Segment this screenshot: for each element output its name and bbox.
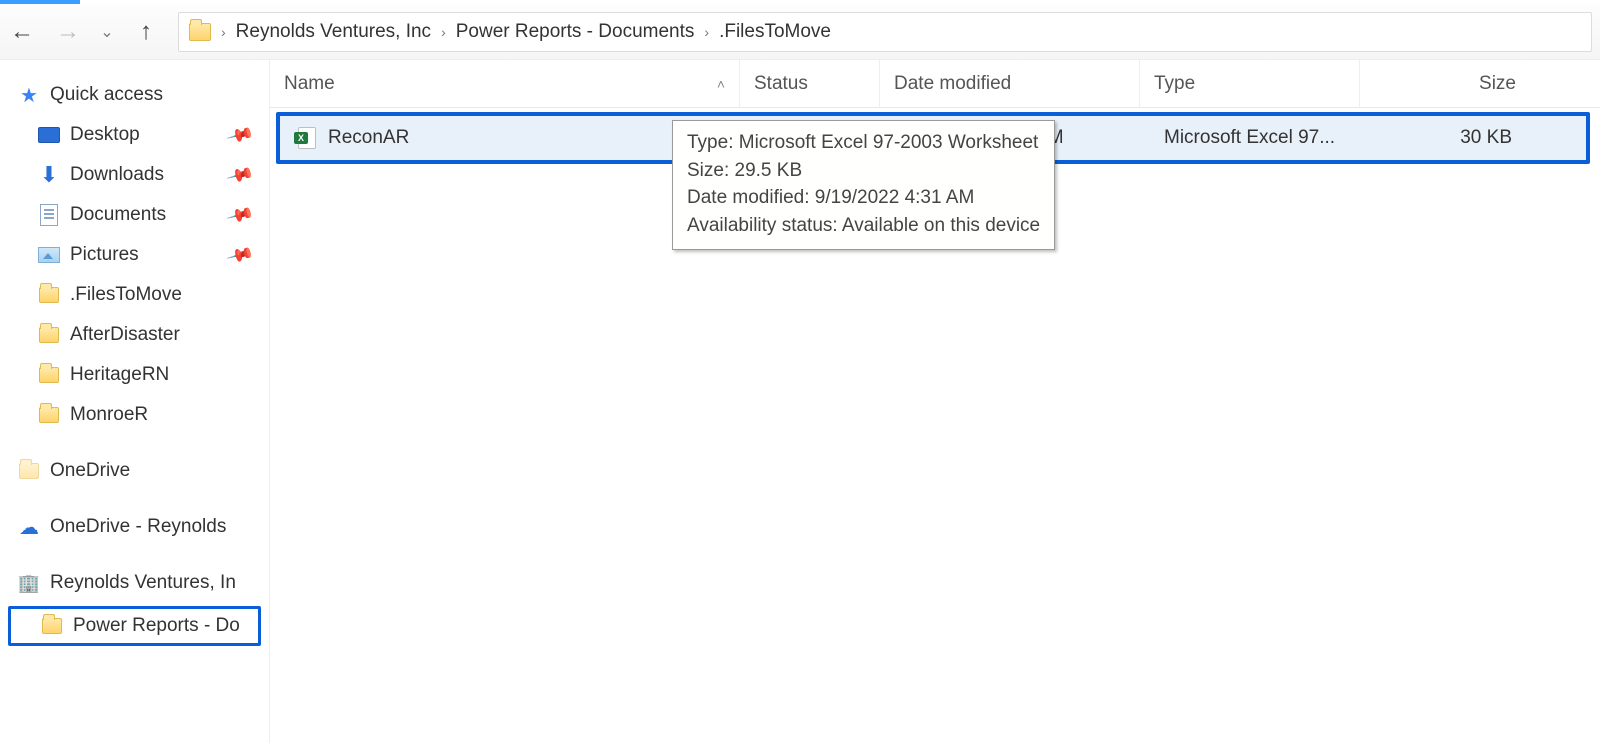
breadcrumb-segment-2[interactable]: .FilesToMove bbox=[719, 21, 831, 43]
breadcrumb-segment-0[interactable]: Reynolds Ventures, Inc bbox=[236, 21, 431, 43]
sidebar-item-afterdisaster[interactable]: AfterDisaster bbox=[8, 318, 261, 352]
address-bar: ← → ⌄ ↑ › Reynolds Ventures, Inc › Power… bbox=[0, 4, 1600, 60]
breadcrumb-segment-1[interactable]: Power Reports - Documents bbox=[456, 21, 695, 43]
column-headers: Name ˄ Status Date modified Type Size bbox=[270, 60, 1600, 108]
chevron-down-icon: ⌄ bbox=[100, 22, 113, 42]
star-icon: ★ bbox=[18, 84, 40, 106]
pin-icon: 📌 bbox=[225, 200, 255, 229]
sidebar-quick-access[interactable]: ★ Quick access bbox=[8, 78, 261, 112]
column-header-type[interactable]: Type bbox=[1140, 60, 1360, 107]
sidebar-item-label: MonroeR bbox=[70, 404, 148, 426]
sidebar-item-pictures[interactable]: Pictures 📌 bbox=[8, 238, 261, 272]
sidebar-item-heritagern[interactable]: HeritageRN bbox=[8, 358, 261, 392]
desktop-icon bbox=[38, 124, 60, 146]
sidebar-item-label: OneDrive - Reynolds bbox=[50, 516, 226, 538]
download-icon: ⬇ bbox=[38, 164, 60, 186]
sidebar-item-monroer[interactable]: MonroeR bbox=[8, 398, 261, 432]
arrow-up-icon: ↑ bbox=[140, 20, 152, 44]
sort-asc-icon: ˄ bbox=[717, 76, 725, 92]
folder-icon bbox=[38, 364, 60, 386]
column-header-date[interactable]: Date modified bbox=[880, 60, 1140, 107]
file-name: ReconAR bbox=[328, 127, 409, 149]
cell-type: Microsoft Excel 97... bbox=[1150, 127, 1370, 149]
sidebar-item-label: Reynolds Ventures, In bbox=[50, 572, 236, 594]
folder-icon bbox=[41, 615, 63, 637]
up-button[interactable]: ↑ bbox=[132, 18, 160, 46]
sidebar-item-label: Pictures bbox=[70, 244, 139, 266]
document-icon bbox=[38, 204, 60, 226]
sidebar-item-label: HeritageRN bbox=[70, 364, 169, 386]
sidebar-item-desktop[interactable]: Desktop 📌 bbox=[8, 118, 261, 152]
file-tooltip: Type: Microsoft Excel 97-2003 Worksheet … bbox=[672, 120, 1055, 250]
sidebar-label: Quick access bbox=[50, 84, 163, 106]
forward-button[interactable]: → bbox=[54, 18, 82, 46]
explorer-body: ★ Quick access Desktop 📌 ⬇ Downloads 📌 D… bbox=[0, 60, 1600, 743]
chevron-right-icon: › bbox=[221, 24, 226, 40]
sidebar-item-label: Power Reports - Do bbox=[73, 615, 240, 637]
sidebar-item-label: .FilesToMove bbox=[70, 284, 182, 306]
folder-icon bbox=[38, 324, 60, 346]
folder-icon bbox=[189, 23, 211, 41]
column-header-name[interactable]: Name ˄ bbox=[270, 60, 740, 107]
sidebar-item-label: Desktop bbox=[70, 124, 140, 146]
folder-icon bbox=[38, 284, 60, 306]
excel-file-icon: X bbox=[294, 127, 316, 149]
tooltip-line: Date modified: 9/19/2022 4:31 AM bbox=[687, 184, 1040, 212]
column-label: Status bbox=[754, 73, 808, 95]
column-label: Name bbox=[284, 73, 335, 95]
cell-size: 30 KB bbox=[1370, 127, 1536, 149]
sidebar-item-label: OneDrive bbox=[50, 460, 130, 482]
file-explorer-window: ← → ⌄ ↑ › Reynolds Ventures, Inc › Power… bbox=[0, 0, 1600, 743]
chevron-right-icon: › bbox=[704, 24, 709, 40]
file-list-pane: Name ˄ Status Date modified Type Size bbox=[270, 60, 1600, 743]
sidebar-item-documents[interactable]: Documents 📌 bbox=[8, 198, 261, 232]
breadcrumb[interactable]: › Reynolds Ventures, Inc › Power Reports… bbox=[178, 12, 1592, 52]
pin-icon: 📌 bbox=[225, 120, 255, 149]
sidebar-onedrive[interactable]: OneDrive bbox=[8, 454, 261, 488]
sidebar-item-label: Documents bbox=[70, 204, 166, 226]
column-header-size[interactable]: Size bbox=[1360, 60, 1540, 107]
breadcrumb-root[interactable] bbox=[189, 23, 211, 41]
chevron-right-icon: › bbox=[441, 24, 446, 40]
sidebar-item-label: Downloads bbox=[70, 164, 164, 186]
sidebar-org[interactable]: 🏢 Reynolds Ventures, In bbox=[8, 566, 261, 600]
tooltip-line: Size: 29.5 KB bbox=[687, 157, 1040, 185]
column-label: Size bbox=[1479, 73, 1516, 95]
recent-locations-button[interactable]: ⌄ bbox=[100, 22, 114, 42]
sidebar-item-downloads[interactable]: ⬇ Downloads 📌 bbox=[8, 158, 261, 192]
column-header-status[interactable]: Status bbox=[740, 60, 880, 107]
folder-icon bbox=[18, 460, 40, 482]
column-label: Type bbox=[1154, 73, 1195, 95]
navigation-pane: ★ Quick access Desktop 📌 ⬇ Downloads 📌 D… bbox=[0, 60, 270, 743]
arrow-right-icon: → bbox=[56, 20, 80, 44]
tooltip-line: Type: Microsoft Excel 97-2003 Worksheet bbox=[687, 129, 1040, 157]
pictures-icon bbox=[38, 244, 60, 266]
cloud-icon: ☁ bbox=[18, 516, 40, 538]
back-button[interactable]: ← bbox=[8, 18, 36, 46]
sidebar-onedrive-work[interactable]: ☁ OneDrive - Reynolds bbox=[8, 510, 261, 544]
pin-icon: 📌 bbox=[225, 240, 255, 269]
pin-icon: 📌 bbox=[225, 160, 255, 189]
tooltip-line: Availability status: Available on this d… bbox=[687, 212, 1040, 240]
sidebar-item-label: AfterDisaster bbox=[70, 324, 180, 346]
column-label: Date modified bbox=[894, 73, 1011, 95]
folder-icon bbox=[38, 404, 60, 426]
sidebar-item-filestomove[interactable]: .FilesToMove bbox=[8, 278, 261, 312]
sidebar-org-power-reports[interactable]: Power Reports - Do bbox=[8, 606, 261, 646]
arrow-left-icon: ← bbox=[10, 20, 34, 44]
building-icon: 🏢 bbox=[18, 572, 40, 594]
